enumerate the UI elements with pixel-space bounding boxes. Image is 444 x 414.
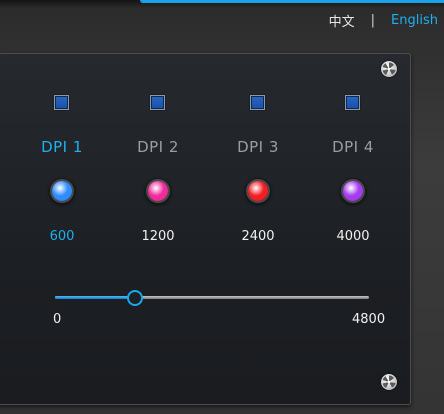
dpi-1-label[interactable]: DPI 1 xyxy=(22,138,102,156)
screw-icon xyxy=(381,61,397,77)
dpi-2-value[interactable]: 1200 xyxy=(118,229,198,244)
dpi-slider-track[interactable] xyxy=(55,290,369,306)
dpi-4-value[interactable]: 4000 xyxy=(313,229,393,244)
dpi-1-color-indicator[interactable] xyxy=(52,181,72,201)
dpi-4-color-indicator[interactable] xyxy=(343,181,363,201)
dpi-1-value[interactable]: 600 xyxy=(22,229,102,244)
slider-max-label: 4800 xyxy=(352,312,386,327)
dpi-3-checkbox[interactable] xyxy=(250,95,265,110)
dpi-settings-panel: DPI 1 600 DPI 2 1200 DPI 3 2400 DPI 4 40… xyxy=(0,53,411,405)
top-accent-bar xyxy=(140,0,444,3)
dpi-slider-fill xyxy=(55,296,134,299)
dpi-2-checkbox[interactable] xyxy=(150,95,165,110)
slider-min-label: 0 xyxy=(53,312,62,327)
dpi-3-color-indicator[interactable] xyxy=(248,181,268,201)
dpi-1-checkbox[interactable] xyxy=(54,95,69,110)
screw-icon xyxy=(381,374,397,390)
language-chinese-link[interactable]: 中文 xyxy=(329,11,355,30)
dpi-3-value[interactable]: 2400 xyxy=(218,229,298,244)
language-english-link[interactable]: English xyxy=(391,13,438,28)
language-separator: | xyxy=(370,13,376,28)
dpi-2-label[interactable]: DPI 2 xyxy=(118,138,198,156)
dpi-slider-thumb[interactable] xyxy=(127,290,143,306)
dpi-3-label[interactable]: DPI 3 xyxy=(218,138,298,156)
language-switcher: 中文 | English xyxy=(329,11,438,30)
dpi-4-label[interactable]: DPI 4 xyxy=(313,138,393,156)
dpi-4-checkbox[interactable] xyxy=(345,95,360,110)
dpi-2-color-indicator[interactable] xyxy=(148,181,168,201)
